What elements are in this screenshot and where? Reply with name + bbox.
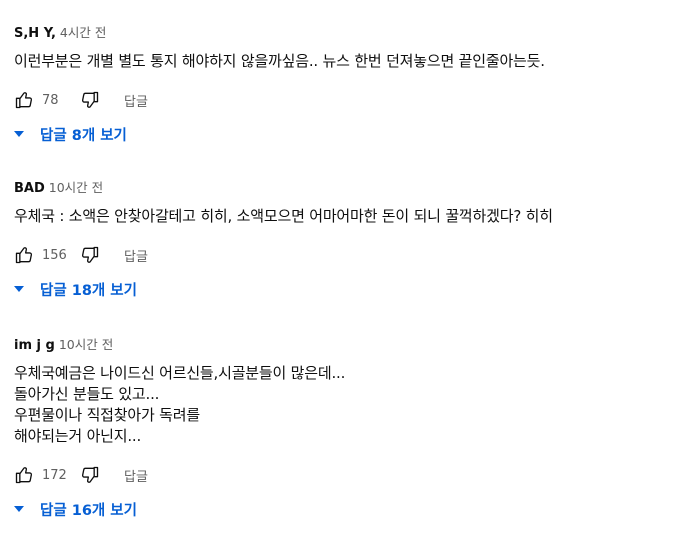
comment-author[interactable]: S,H Y, bbox=[14, 26, 56, 41]
triangle-down-icon bbox=[14, 286, 24, 292]
comment-text: 우체국예금은 나이드신 어르신들,시골분들이 많은데... 돌아가신 분들도 있… bbox=[14, 363, 674, 447]
comment-2: BAD 10시간 전 우체국 : 소액은 안찾아갈테고 히히, 소액모으면 어마어… bbox=[14, 179, 674, 300]
comment-author[interactable]: BAD bbox=[14, 181, 45, 196]
comment-header: BAD 10시간 전 bbox=[14, 179, 674, 198]
reply-button[interactable]: 답글 bbox=[124, 246, 148, 265]
comment-actions: 172 답글 bbox=[14, 464, 674, 486]
comment-text-line: 우편물이나 직접찾아가 독려를 bbox=[14, 406, 200, 424]
thumbs-up-icon[interactable] bbox=[14, 245, 34, 265]
comment-text: 우체국 : 소액은 안찾아갈테고 히히, 소액모으면 어마어마한 돈이 되니 꿀… bbox=[14, 206, 674, 227]
view-replies-button[interactable]: 답글 8개 보기 bbox=[14, 123, 674, 145]
view-replies-label: 답글 16개 보기 bbox=[40, 502, 137, 519]
like-count: 78 bbox=[42, 92, 59, 108]
triangle-down-icon bbox=[14, 131, 24, 137]
comment-text-line: 우체국 : 소액은 안찾아갈테고 히히, 소액모으면 어마어마한 돈이 되니 꿀… bbox=[14, 207, 553, 225]
comment-actions: 156 답글 bbox=[14, 244, 674, 266]
reply-button[interactable]: 답글 bbox=[124, 91, 148, 110]
thumbs-down-icon[interactable] bbox=[80, 465, 100, 485]
like-count: 156 bbox=[42, 247, 67, 263]
comment-time[interactable]: 10시간 전 bbox=[49, 180, 103, 195]
triangle-down-icon bbox=[14, 506, 24, 512]
comment-time[interactable]: 10시간 전 bbox=[59, 337, 113, 352]
comment-1: S,H Y, 4시간 전 이런부분은 개별 별도 통지 해야하지 않을까싶음.. … bbox=[14, 24, 674, 145]
comment-header: S,H Y, 4시간 전 bbox=[14, 24, 674, 43]
comment-header: im j g 10시간 전 bbox=[14, 336, 674, 355]
like-count: 172 bbox=[42, 467, 67, 483]
view-replies-button[interactable]: 답글 18개 보기 bbox=[14, 278, 674, 300]
view-replies-label: 답글 8개 보기 bbox=[40, 127, 127, 144]
thumbs-down-icon[interactable] bbox=[80, 90, 100, 110]
comment-text: 이런부분은 개별 별도 통지 해야하지 않을까싶음.. 뉴스 한번 던져놓으면 … bbox=[14, 51, 674, 72]
reply-button[interactable]: 답글 bbox=[124, 466, 148, 485]
comment-author[interactable]: im j g bbox=[14, 338, 55, 353]
comment-text-line: 돌아가신 분들도 있고... bbox=[14, 385, 160, 403]
view-replies-button[interactable]: 답글 16개 보기 bbox=[14, 498, 674, 520]
thumbs-up-icon[interactable] bbox=[14, 465, 34, 485]
comment-3: im j g 10시간 전 우체국예금은 나이드신 어르신들,시골분들이 많은데.… bbox=[14, 336, 674, 520]
thumbs-up-icon[interactable] bbox=[14, 90, 34, 110]
comment-text-line: 해야되는거 아닌지... bbox=[14, 427, 142, 445]
thumbs-down-icon[interactable] bbox=[80, 245, 100, 265]
comment-text-line: 우체국예금은 나이드신 어르신들,시골분들이 많은데... bbox=[14, 364, 346, 382]
comment-actions: 78 답글 bbox=[14, 89, 674, 111]
view-replies-label: 답글 18개 보기 bbox=[40, 282, 137, 299]
comment-text-line: 이런부분은 개별 별도 통지 해야하지 않을까싶음.. 뉴스 한번 던져놓으면 … bbox=[14, 52, 545, 70]
comment-time[interactable]: 4시간 전 bbox=[60, 25, 106, 40]
